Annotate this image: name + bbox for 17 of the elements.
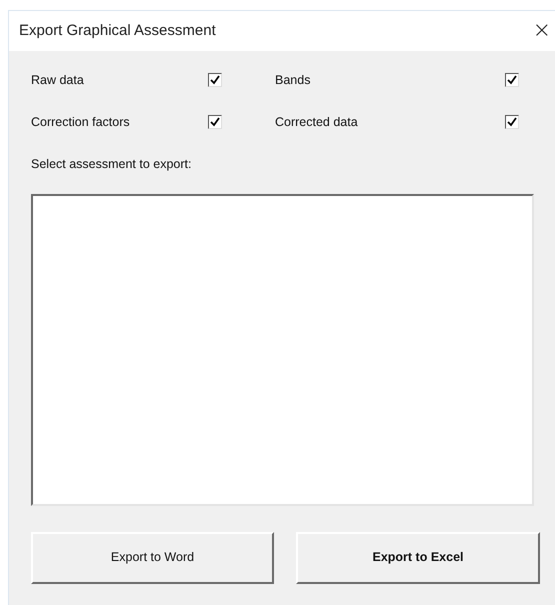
checkbox[interactable]: [208, 115, 222, 129]
checkbox[interactable]: [208, 73, 222, 87]
option-label: Correction factors: [31, 114, 130, 131]
option-label: Corrected data: [275, 114, 358, 131]
checkmark-icon: [507, 117, 517, 127]
checkmark-icon: [507, 75, 517, 85]
list-label: Select assessment to export:: [31, 156, 192, 173]
option-label: Raw data: [31, 72, 84, 89]
option-label: Bands: [275, 72, 310, 89]
checkmark-icon: [210, 117, 220, 127]
window-title: Export Graphical Assessment: [19, 20, 216, 41]
close-button[interactable]: ×: [528, 20, 555, 42]
export-button[interactable]: Export to Word: [31, 532, 274, 584]
export-button[interactable]: Export to Excel: [296, 532, 540, 584]
checkbox[interactable]: [505, 73, 519, 87]
checkmark-icon: [210, 75, 220, 85]
checkbox[interactable]: [505, 115, 519, 129]
